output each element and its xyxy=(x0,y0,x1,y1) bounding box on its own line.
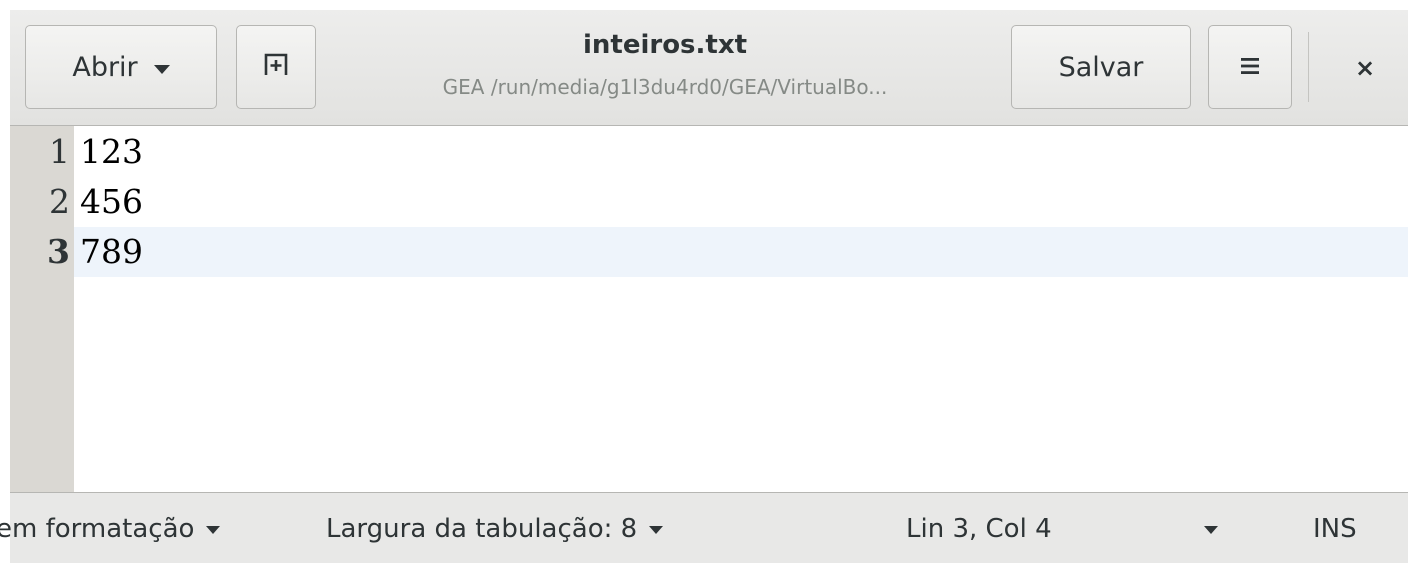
tab-width-label: Largura da tabulação: 8 xyxy=(326,514,638,544)
line-number: 2 xyxy=(49,182,70,221)
header-separator xyxy=(1308,32,1309,102)
chevron-down-icon xyxy=(153,64,170,74)
insert-mode-indicator: INS xyxy=(1313,511,1357,547)
editor-line-current[interactable]: 3 789 xyxy=(10,227,1408,277)
save-button[interactable]: Salvar xyxy=(1011,25,1191,109)
window-title-area: inteiros.txt GEA /run/media/g1l3du4rd0/G… xyxy=(330,28,1000,102)
document-path: GEA /run/media/g1l3du4rd0/GEA/VirtualBo.… xyxy=(442,75,888,99)
insert-mode-label: INS xyxy=(1313,514,1357,544)
document-title: inteiros.txt xyxy=(582,30,748,60)
open-button[interactable]: Abrir xyxy=(25,25,217,109)
menu-button[interactable] xyxy=(1208,25,1292,109)
chevron-down-icon xyxy=(206,525,221,534)
line-text[interactable]: 789 xyxy=(80,227,143,277)
new-tab-button[interactable] xyxy=(236,25,316,109)
save-button-label: Salvar xyxy=(1058,51,1144,83)
close-icon: × xyxy=(1354,54,1376,82)
line-text[interactable]: 123 xyxy=(80,127,143,177)
close-button[interactable]: × xyxy=(1340,40,1390,96)
position-dropdown[interactable] xyxy=(1192,511,1218,547)
hamburger-menu-icon xyxy=(1239,52,1261,83)
new-tab-icon xyxy=(263,51,289,84)
header-bar: Abrir inteiros.txt GEA /run/media/g1l3du… xyxy=(10,10,1408,126)
gedit-window: Abrir inteiros.txt GEA /run/media/g1l3du… xyxy=(0,10,1408,563)
chevron-down-icon xyxy=(1204,525,1218,534)
tab-width-selector[interactable]: Largura da tabulação: 8 xyxy=(326,511,664,547)
editor-line[interactable]: 1 123 xyxy=(10,127,1408,177)
editor-line[interactable]: 2 456 xyxy=(10,177,1408,227)
text-editor[interactable]: 1 123 2 456 3 789 xyxy=(10,126,1408,492)
cursor-position-label: Lin 3, Col 4 xyxy=(906,514,1052,544)
language-selector[interactable]: em formatação xyxy=(0,511,221,547)
line-number: 1 xyxy=(49,132,70,171)
line-text[interactable]: 456 xyxy=(80,177,143,227)
chevron-down-icon xyxy=(649,525,664,534)
open-button-label: Abrir xyxy=(72,51,138,83)
line-number-current: 3 xyxy=(47,232,70,271)
language-label: em formatação xyxy=(0,514,195,544)
cursor-position[interactable]: Lin 3, Col 4 xyxy=(906,511,1052,547)
status-bar: em formatação Largura da tabulação: 8 Li… xyxy=(0,492,1408,563)
